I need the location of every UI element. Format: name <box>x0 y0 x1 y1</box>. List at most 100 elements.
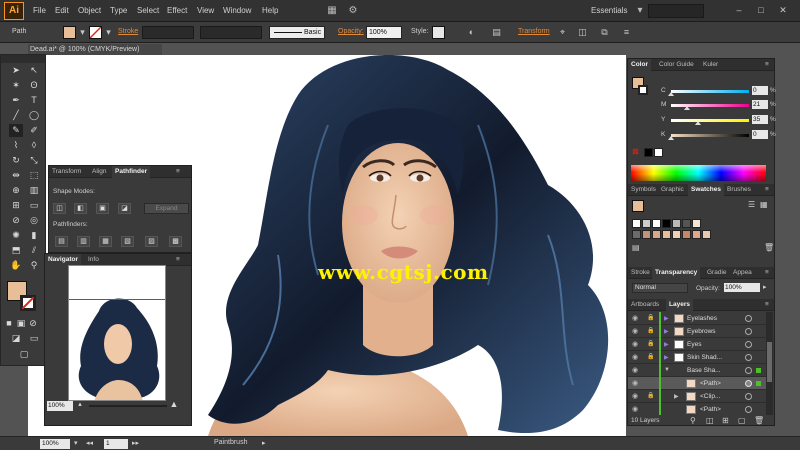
previous-artboard-icon[interactable]: ◂◂ <box>86 439 93 447</box>
exclude-icon[interactable]: ◪ <box>118 203 131 214</box>
direct-selection-tool-icon[interactable]: ↖ <box>27 64 41 77</box>
unite-icon[interactable]: ◫ <box>53 203 66 214</box>
layer-name[interactable]: Eyes <box>687 341 701 348</box>
target-circle-icon[interactable] <box>745 315 752 322</box>
swatch-skin-5[interactable] <box>682 230 691 239</box>
list-view-icon[interactable]: ☰ <box>748 200 755 209</box>
visibility-eye-icon[interactable]: ◉ <box>632 405 638 413</box>
swatch-fill-preview[interactable] <box>632 200 644 212</box>
layer-row[interactable]: ◉ 🔒 ▶ <Clip... <box>628 390 766 403</box>
layer-row[interactable]: ◉ 🔒 ▶ Skin Shad... <box>628 351 766 364</box>
target-circle-icon[interactable] <box>745 367 752 374</box>
mesh-tool-icon[interactable]: ⊞ <box>9 199 23 212</box>
workspace-switcher[interactable]: Essentials <box>591 6 627 15</box>
slice-tool-icon[interactable]: ⫽ <box>27 244 41 257</box>
transparency-opacity-input[interactable]: 100% <box>724 283 760 292</box>
zoom-in-icon[interactable]: ▲ <box>169 398 179 411</box>
expand-arrow-icon[interactable]: ▶ <box>664 328 669 335</box>
menu-edit[interactable]: Edit <box>55 6 69 15</box>
lock-icon[interactable]: 🔒 <box>647 327 654 334</box>
maximize-icon[interactable]: □ <box>752 4 770 17</box>
chevron-right-icon[interactable]: ▸ <box>763 283 767 291</box>
isolate-icon[interactable]: ⌖ <box>556 26 569 39</box>
layer-row[interactable]: ◉ 🔒 ▶ Eyes <box>628 338 766 351</box>
status-menu-icon[interactable]: ▸ <box>262 439 266 447</box>
tab-transform[interactable]: Transform <box>49 166 84 178</box>
graph-tool-icon[interactable]: ▮ <box>27 229 41 242</box>
minus-back-icon[interactable]: ▩ <box>169 236 182 247</box>
panel-menu-icon[interactable]: ≡ <box>762 299 772 311</box>
color-stroke-swatch[interactable] <box>638 85 648 95</box>
next-artboard-icon[interactable]: ▸▸ <box>132 439 139 447</box>
lock-icon[interactable]: 🔒 <box>647 353 654 360</box>
change-screen-mode-icon[interactable]: ▢ <box>17 348 31 361</box>
layer-name[interactable]: Skin Shad... <box>687 354 722 361</box>
visibility-eye-icon[interactable]: ◉ <box>632 353 638 361</box>
expand-arrow-icon[interactable]: ▶ <box>674 393 679 400</box>
swatch-skin-2[interactable] <box>652 230 661 239</box>
navigator-zoom-slider[interactable] <box>89 405 167 407</box>
color-mode-icon[interactable]: ■ <box>4 317 14 330</box>
target-circle-icon[interactable] <box>745 341 752 348</box>
gpu-icon[interactable]: ⚙ <box>347 5 359 17</box>
swatch-gray[interactable] <box>672 219 681 228</box>
gradient-tool-icon[interactable]: ▭ <box>27 199 41 212</box>
expand-arrow-icon[interactable]: ▶ <box>664 341 669 348</box>
eyedropper-tool-icon[interactable]: ⊘ <box>9 214 23 227</box>
channel-c-thumb[interactable] <box>668 92 674 96</box>
layer-row[interactable]: ◉ 🔒 ▶ Eyelashes <box>628 312 766 325</box>
visibility-eye-icon[interactable]: ◉ <box>632 340 638 348</box>
magic-wand-tool-icon[interactable]: ✶ <box>9 79 23 92</box>
tab-color[interactable]: Color <box>628 59 651 71</box>
blend-tool-icon[interactable]: ◎ <box>27 214 41 227</box>
layers-scroll-thumb[interactable] <box>767 342 772 382</box>
zoom-out-icon[interactable]: ▴ <box>75 398 85 411</box>
navigator-preview[interactable] <box>68 265 166 401</box>
artboard-number-input[interactable]: 1 <box>104 439 128 449</box>
swatch-light[interactable] <box>692 219 701 228</box>
line-tool-icon[interactable]: ╱ <box>9 109 23 122</box>
visibility-eye-icon[interactable]: ◉ <box>632 392 638 400</box>
selection-tool-icon[interactable]: ➤ <box>9 64 23 77</box>
locate-object-icon[interactable]: ⚲ <box>690 416 696 425</box>
tab-gradient[interactable]: Gradie <box>704 267 730 279</box>
swatch-library-icon[interactable]: ▤ <box>632 243 640 252</box>
eraser-tool-icon[interactable]: ◊ <box>27 139 41 152</box>
channel-m-thumb[interactable] <box>684 106 691 110</box>
draw-mode-icon[interactable]: ◪ <box>9 332 23 345</box>
stroke-color-swatch[interactable] <box>20 295 36 311</box>
menu-effect[interactable]: Effect <box>167 6 187 15</box>
swatch-skin-4[interactable] <box>672 230 681 239</box>
tab-artboards[interactable]: Artboards <box>628 299 662 311</box>
layers-scrollbar[interactable] <box>766 312 773 415</box>
document-tab[interactable]: Dead.ai* @ 100% (CMYK/Preview) <box>28 44 162 55</box>
chevron-down-icon[interactable]: ▾ <box>634 5 646 17</box>
ellipse-tool-icon[interactable]: ◯ <box>27 109 41 122</box>
artboard-tool-icon[interactable]: ⬒ <box>9 244 23 257</box>
channel-c-slider[interactable] <box>671 90 749 93</box>
thumbnail-view-icon[interactable]: ▦ <box>760 200 768 209</box>
help-search-input[interactable] <box>648 4 704 18</box>
collapse-arrow-icon[interactable]: ▼ <box>664 367 670 373</box>
select-similar-icon[interactable]: ⧉ <box>598 26 611 39</box>
delete-layer-icon[interactable]: 🗑 <box>754 416 764 425</box>
white-swatch[interactable] <box>654 148 663 157</box>
chevron-down-icon[interactable]: ▾ <box>74 439 78 447</box>
layer-row[interactable]: ◉ ▼ Base Sha... <box>628 364 766 377</box>
tab-pathfinder[interactable]: Pathfinder <box>112 166 151 178</box>
expand-button[interactable]: Expand <box>144 203 189 214</box>
lasso-tool-icon[interactable]: ʘ <box>27 79 41 92</box>
shape-builder-tool-icon[interactable]: ⊕ <box>9 184 23 197</box>
gradient-mode-icon[interactable]: ▣ <box>16 317 26 330</box>
panel-menu-icon[interactable]: ≡ <box>173 254 183 266</box>
outline-icon[interactable]: ▨ <box>145 236 158 247</box>
chevron-down-icon[interactable]: ▾ <box>102 26 115 39</box>
transform-label[interactable]: Transform <box>518 28 550 35</box>
variable-width-profile[interactable] <box>200 26 262 39</box>
panel-menu-icon[interactable]: ≡ <box>620 26 633 39</box>
minus-front-icon[interactable]: ◧ <box>74 203 87 214</box>
current-tool-status[interactable]: Paintbrush <box>214 439 247 446</box>
channel-k-thumb[interactable] <box>668 136 674 140</box>
none-mode-icon[interactable]: ⊘ <box>28 317 38 330</box>
opacity-link[interactable]: Opacity: <box>338 28 364 35</box>
